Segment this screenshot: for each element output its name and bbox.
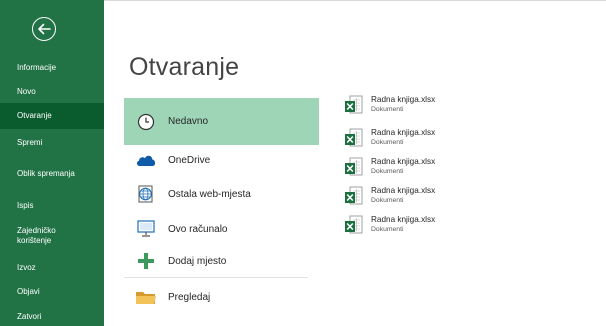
page-title: Otvaranje (129, 53, 240, 81)
recent-file[interactable]: Radna knjiga.xlsx Dokumenti (344, 215, 435, 235)
nav-item-otvaranje[interactable]: Otvaranje (0, 103, 104, 129)
location-pregledaj[interactable]: Pregledaj (124, 284, 319, 310)
location-label: OneDrive (168, 154, 211, 166)
nav-item-zatvori[interactable]: Zatvori (0, 308, 104, 326)
backstage-view: Informacije Novo Otvaranje Spremi Oblik … (0, 0, 606, 326)
nav-item-label: Zajedničko korištenje (17, 226, 56, 245)
file-location: Dokumenti (371, 197, 404, 204)
nav-item-label: Informacije (17, 63, 57, 72)
nav-item-spremi[interactable]: Spremi (0, 133, 104, 153)
arrow-left-icon (38, 23, 51, 35)
location-ovo-racunalo[interactable]: Ovo računalo (124, 215, 319, 243)
location-onedrive[interactable]: OneDrive (124, 148, 319, 172)
clock-icon (133, 112, 159, 132)
location-label: Ostala web-mjesta (168, 188, 251, 200)
recent-file[interactable]: Radna knjiga.xlsx Dokumenti (344, 128, 435, 148)
file-location: Dokumenti (371, 106, 404, 113)
nav-item-label: Zatvori (17, 312, 42, 321)
nav-item-oblik-spremanja[interactable]: Oblik spremanja (0, 157, 104, 191)
location-label: Nedavno (168, 116, 209, 127)
cloud-icon (133, 150, 159, 170)
nav-item-novo[interactable]: Novo (0, 82, 104, 102)
recent-file[interactable]: Radna knjiga.xlsx Dokumenti (344, 157, 435, 177)
nav-item-zajednicko-koristenje[interactable]: Zajedničko korištenje (0, 219, 104, 253)
location-label: Ovo računalo (168, 223, 228, 235)
plus-icon (133, 251, 159, 271)
recent-file[interactable]: Radna knjiga.xlsx Dokumenti (344, 95, 435, 115)
file-location: Dokumenti (371, 226, 404, 233)
excel-file-icon (344, 128, 364, 148)
nav-item-label: Novo (17, 87, 36, 96)
file-name: Radna knjiga.xlsx (371, 95, 436, 104)
recent-file[interactable]: Radna knjiga.xlsx Dokumenti (344, 186, 435, 206)
location-nedavno[interactable]: Nedavno (124, 98, 319, 145)
nav-item-izvoz[interactable]: Izvoz (0, 258, 104, 278)
nav-item-label: Ispis (17, 201, 34, 210)
file-name: Radna knjiga.xlsx (371, 128, 436, 137)
computer-icon (133, 219, 159, 239)
nav-item-label: Spremi (17, 138, 43, 147)
nav-item-informacije[interactable]: Informacije (0, 58, 104, 78)
top-border (104, 0, 606, 1)
nav-item-label: Izvoz (17, 263, 36, 272)
back-button[interactable] (32, 17, 56, 41)
location-dodaj-mjesto[interactable]: Dodaj mjesto (124, 248, 319, 274)
location-separator (124, 277, 308, 278)
nav-item-label: Oblik spremanja (17, 169, 75, 178)
file-name: Radna knjiga.xlsx (371, 215, 436, 224)
nav-item-label: Objavi (17, 287, 40, 296)
backstage-sidebar: Informacije Novo Otvaranje Spremi Oblik … (0, 0, 104, 326)
location-label: Dodaj mjesto (168, 255, 227, 267)
file-location: Dokumenti (371, 139, 404, 146)
excel-file-icon (344, 186, 364, 206)
location-ostala-web-mjesta[interactable]: Ostala web-mjesta (124, 180, 319, 208)
excel-file-icon (344, 95, 364, 115)
file-name: Radna knjiga.xlsx (371, 186, 436, 195)
location-label: Pregledaj (168, 291, 211, 303)
nav-item-objavi[interactable]: Objavi (0, 282, 104, 302)
file-name: Radna knjiga.xlsx (371, 157, 436, 166)
folder-icon (133, 287, 159, 307)
nav-item-label: Otvaranje (17, 111, 52, 120)
file-location: Dokumenti (371, 168, 404, 175)
globe-icon (133, 184, 159, 204)
nav-item-ispis[interactable]: Ispis (0, 196, 104, 216)
excel-file-icon (344, 215, 364, 235)
excel-file-icon (344, 157, 364, 177)
